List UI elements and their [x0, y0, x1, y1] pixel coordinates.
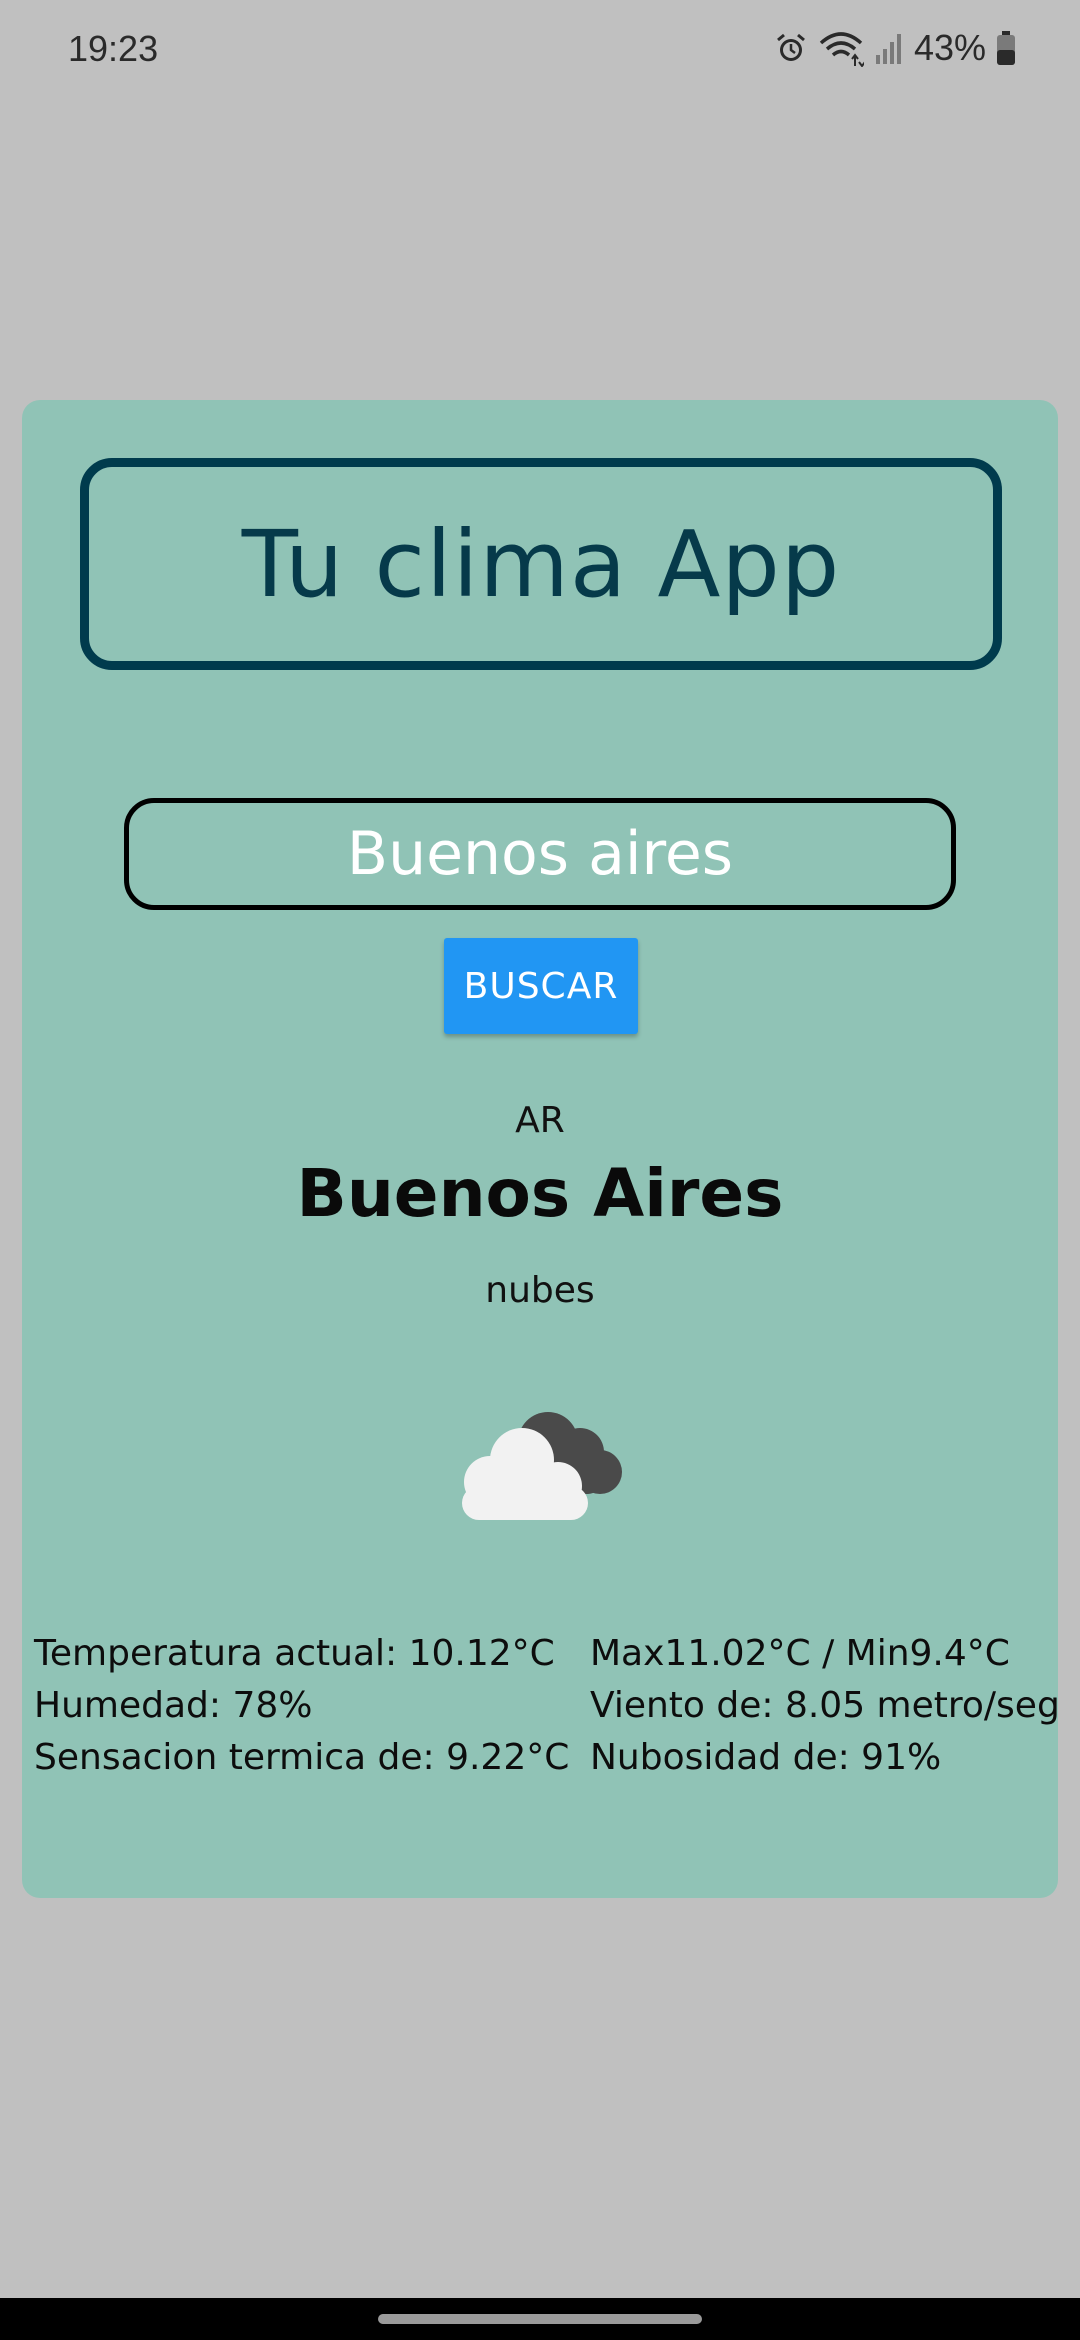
app-title: Tu clima App — [241, 510, 841, 618]
feels-like: Sensacion termica de: 9.22°C — [34, 1737, 570, 1778]
humidity: Humedad: 78% — [34, 1685, 313, 1726]
cloud-icon — [440, 1390, 650, 1530]
wind-speed: Viento de: 8.05 metro/seg — [590, 1685, 1060, 1726]
details-right-column: Max11.02°C / Min9.4°C Viento de: 8.05 me… — [590, 1628, 1060, 1784]
battery-percent: 43% — [913, 27, 986, 68]
battery-icon — [996, 30, 1016, 66]
navigation-bar — [0, 2298, 1080, 2340]
status-time: 19:23 — [68, 28, 159, 69]
alarm-icon — [774, 31, 808, 65]
search-button-label: BUSCAR — [463, 965, 619, 1007]
status-bar: 19:23 43% — [0, 0, 1080, 100]
home-gesture-handle[interactable] — [378, 2314, 702, 2324]
details-left-column: Temperatura actual: 10.12°C Humedad: 78%… — [34, 1628, 594, 1784]
signal-icon — [874, 31, 904, 65]
weather-description: nubes — [485, 1270, 595, 1311]
city-name: Buenos Aires — [296, 1155, 784, 1232]
city-search-value: Buenos aires — [346, 819, 734, 889]
weather-card: Tu clima App Buenos aires BUSCAR AR Buen… — [22, 400, 1060, 1898]
wifi-icon — [818, 29, 864, 67]
status-icons: 43% — [774, 26, 1016, 70]
max-min-temperature: Max11.02°C / Min9.4°C — [590, 1633, 1010, 1674]
country-code: AR — [515, 1100, 565, 1141]
search-button[interactable]: BUSCAR — [444, 938, 638, 1034]
cloudiness: Nubosidad de: 91% — [590, 1737, 942, 1778]
city-search-input[interactable]: Buenos aires — [124, 798, 956, 910]
app-title-box: Tu clima App — [80, 458, 1002, 670]
current-temperature: Temperatura actual: 10.12°C — [34, 1633, 555, 1674]
